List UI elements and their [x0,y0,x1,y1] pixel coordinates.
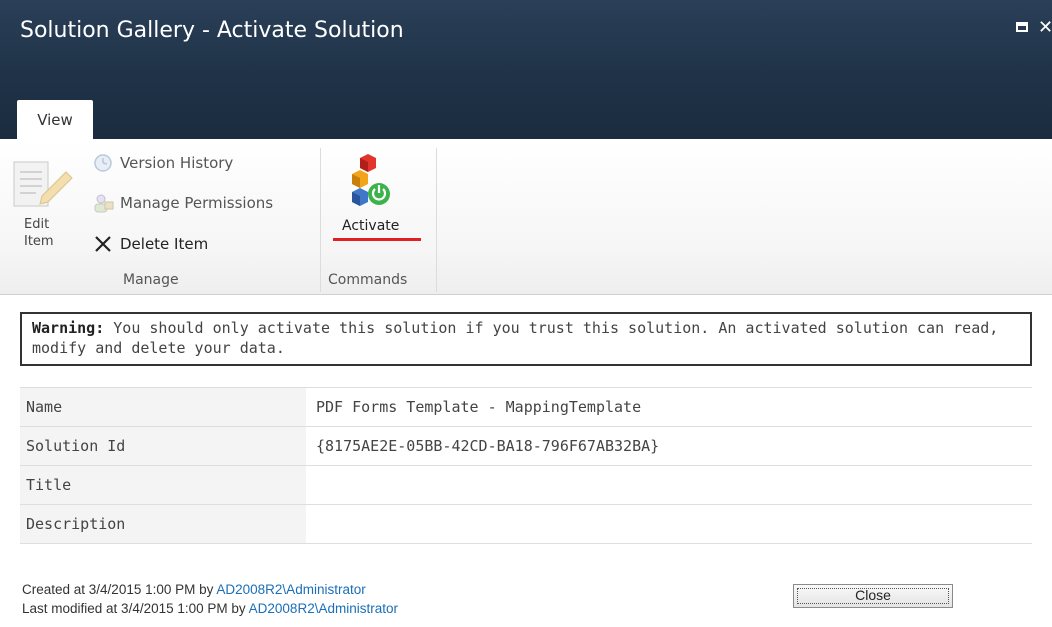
solution-properties-table: Name PDF Forms Template - MappingTemplat… [20,387,1032,544]
warning-text: You should only activate this solution i… [32,319,999,357]
version-history-button[interactable]: Version History [92,150,233,176]
activate-solution-icon [352,154,390,206]
activate-label: Activate [342,218,400,234]
property-label: Name [20,387,306,427]
activate-highlight-underline [333,238,421,241]
title-bar: Solution Gallery - Activate Solution ✕ V… [0,0,1052,139]
edit-document-icon [13,161,73,207]
close-button[interactable]: Close [793,584,953,608]
property-label: Solution Id [20,426,306,466]
warning-prefix: Warning: [32,319,105,337]
ribbon-group-divider [320,148,321,292]
created-line: Created at 3/4/2015 1:00 PM by AD2008R2\… [22,582,366,597]
ribbon-group-divider [436,148,437,292]
warning-box: Warning: You should only activate this s… [20,312,1032,366]
created-by-link[interactable]: AD2008R2\Administrator [216,582,365,597]
property-value [306,465,1032,505]
manage-group-label: Manage [123,272,179,288]
edit-item-label: Edit Item [24,217,54,249]
modified-line: Last modified at 3/4/2015 1:00 PM by AD2… [22,601,398,616]
property-value [306,504,1032,544]
modified-by-link[interactable]: AD2008R2\Administrator [249,601,398,616]
property-label: Description [20,504,306,544]
permissions-icon [94,194,114,213]
table-row: Title [20,465,1032,505]
dialog-title: Solution Gallery - Activate Solution [20,18,404,43]
table-row: Description [20,504,1032,544]
maximize-icon[interactable] [1016,22,1028,32]
tab-view[interactable]: View [17,100,93,139]
version-history-icon [94,154,112,172]
commands-group-label: Commands [328,272,408,288]
delete-item-button[interactable]: Delete Item [92,231,208,257]
property-value: {8175AE2E-05BB-42CD-BA18-796F67AB32BA} [306,426,1032,466]
close-icon[interactable]: ✕ [1038,17,1052,38]
table-row: Solution Id {8175AE2E-05BB-42CD-BA18-796… [20,426,1032,466]
property-label: Title [20,465,306,505]
manage-permissions-button[interactable]: Manage Permissions [92,190,273,216]
delete-x-icon [95,236,111,252]
item-metadata: Created at 3/4/2015 1:00 PM by AD2008R2\… [22,580,398,618]
table-row: Name PDF Forms Template - MappingTemplat… [20,387,1032,427]
solution-name-link[interactable]: PDF Forms Template - MappingTemplate [306,387,1032,427]
